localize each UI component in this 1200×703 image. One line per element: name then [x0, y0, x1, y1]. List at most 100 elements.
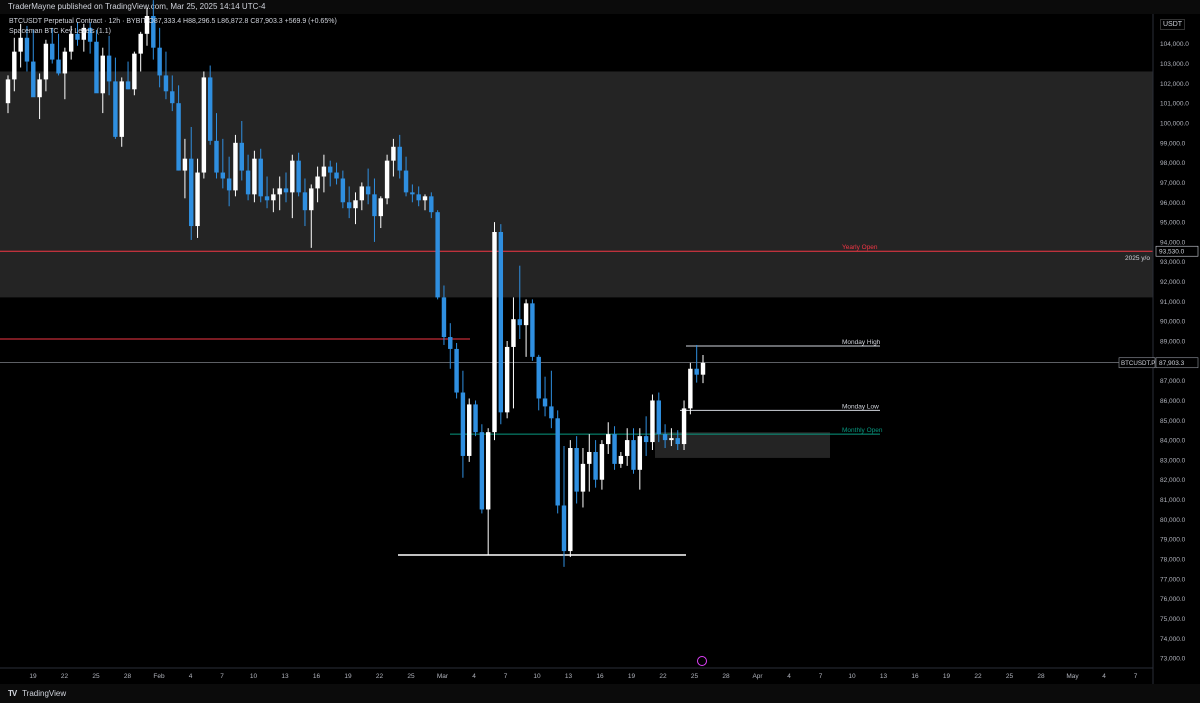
candle-body: [170, 91, 175, 104]
candle-body: [378, 198, 383, 217]
time-tick-label: 7: [504, 673, 508, 680]
candle-body: [106, 55, 112, 82]
candle-body: [681, 408, 687, 445]
candle-body: [391, 146, 396, 161]
time-tick-label: 28: [124, 673, 132, 680]
candle-body: [94, 41, 99, 94]
time-tick-label: May: [1066, 673, 1079, 680]
candle-body: [277, 188, 282, 195]
candle-body: [694, 368, 699, 375]
candle-body: [460, 392, 466, 456]
candle-body: [37, 79, 42, 98]
candle-body: [612, 434, 617, 464]
candle-body: [599, 444, 605, 480]
symbol-ohlc-line: BTCUSDT Perpetual Contract · 12h · BYBIT…: [9, 18, 337, 25]
time-tick-label: 19: [628, 673, 636, 680]
candle-body: [397, 146, 402, 171]
price-tick-label: 89,000.0: [1160, 339, 1186, 346]
candle-body: [201, 77, 207, 173]
candle-body: [656, 400, 661, 435]
candle-body: [290, 160, 295, 193]
candle-body: [346, 202, 352, 209]
price-tick-label: 99,000.0: [1160, 140, 1186, 147]
time-tick-label: 7: [220, 673, 224, 680]
candle-body: [207, 77, 213, 141]
candle-body: [5, 79, 11, 104]
candle-body: [587, 451, 592, 464]
candle-body: [429, 196, 434, 213]
candle-body: [504, 346, 510, 413]
candle-body: [245, 170, 251, 195]
candle-body: [561, 505, 567, 552]
candle-body: [511, 319, 516, 347]
candle-body: [485, 432, 491, 510]
candle-body: [62, 51, 68, 74]
time-tick-label: 7: [819, 673, 823, 680]
candle-body: [50, 43, 55, 60]
candle-body: [18, 37, 23, 52]
currency-label[interactable]: USDT: [1160, 19, 1186, 30]
price-tick-label: 97,000.0: [1160, 180, 1186, 187]
price-tick-label: 85,000.0: [1160, 418, 1186, 425]
time-tick-label: 13: [565, 673, 573, 680]
time-tick-label: 22: [61, 673, 69, 680]
candle-body: [271, 194, 276, 201]
candle-body: [31, 61, 36, 98]
price-tick-label: 93,000.0: [1160, 259, 1186, 266]
time-tick-label: 19: [29, 673, 37, 680]
candle-body: [416, 194, 421, 201]
candle-body: [258, 158, 263, 197]
price-tick-label: 96,000.0: [1160, 200, 1186, 207]
price-tick-label: 77,000.0: [1160, 576, 1186, 583]
price-tick-label: 91,000.0: [1160, 299, 1186, 306]
candle-body: [643, 436, 649, 443]
candle-body: [637, 436, 643, 470]
time-tick-label: 16: [596, 673, 604, 680]
candle-body: [264, 196, 270, 201]
tradingview-logo-icon: TV: [8, 689, 17, 698]
yearly-open-value: 93,530.0: [1159, 249, 1185, 256]
candle-body: [448, 337, 453, 349]
candle-body: [359, 186, 365, 201]
candle-body: [113, 81, 118, 137]
candle-body: [422, 196, 428, 201]
candle-body: [353, 200, 358, 209]
time-tick-label: 28: [722, 673, 730, 680]
candle-body: [574, 448, 579, 492]
time-tick-label: 16: [911, 673, 919, 680]
time-tick-label: 25: [691, 673, 699, 680]
tradingview-brand[interactable]: TV TradingView: [8, 689, 66, 698]
candle-body: [12, 51, 17, 80]
time-tick-label: 10: [250, 673, 258, 680]
price-chart[interactable]: Yearly Open Monday High Monday Low Monthly …: [0, 0, 1200, 684]
candle-body: [321, 166, 327, 177]
candle-body: [688, 368, 693, 409]
candle-body: [700, 362, 706, 375]
time-tick-label: 4: [1102, 673, 1106, 680]
time-tick-label: 4: [472, 673, 476, 680]
time-tick-label: 10: [533, 673, 541, 680]
price-tick-label: 90,000.0: [1160, 319, 1186, 326]
candle-body: [454, 348, 459, 393]
price-tick-label: 80,000.0: [1160, 517, 1186, 524]
price-tick-label: 83,000.0: [1160, 457, 1186, 464]
candle-body: [239, 142, 244, 171]
candle-body: [315, 176, 320, 189]
key-level-label: Yearly Open: [842, 244, 878, 251]
price-tick-label: 103,000.0: [1160, 61, 1189, 68]
price-tick-label: 87,000.0: [1160, 378, 1186, 385]
key-level-label: Monthly Open: [842, 427, 883, 434]
time-tick-label: 22: [659, 673, 667, 680]
price-tick-label: 76,000.0: [1160, 596, 1186, 603]
time-tick-label: 4: [787, 673, 791, 680]
candle-body: [296, 160, 301, 193]
price-tick-label: 84,000.0: [1160, 438, 1186, 445]
price-tick-label: 75,000.0: [1160, 616, 1186, 623]
time-tick-label: 10: [848, 673, 856, 680]
time-tick-label: Apr: [752, 673, 763, 680]
time-tick-label: 22: [376, 673, 384, 680]
time-tick-label: 16: [313, 673, 321, 680]
key-level-zone: [0, 71, 1153, 298]
candle-body: [441, 297, 447, 338]
candle-body: [549, 406, 554, 419]
